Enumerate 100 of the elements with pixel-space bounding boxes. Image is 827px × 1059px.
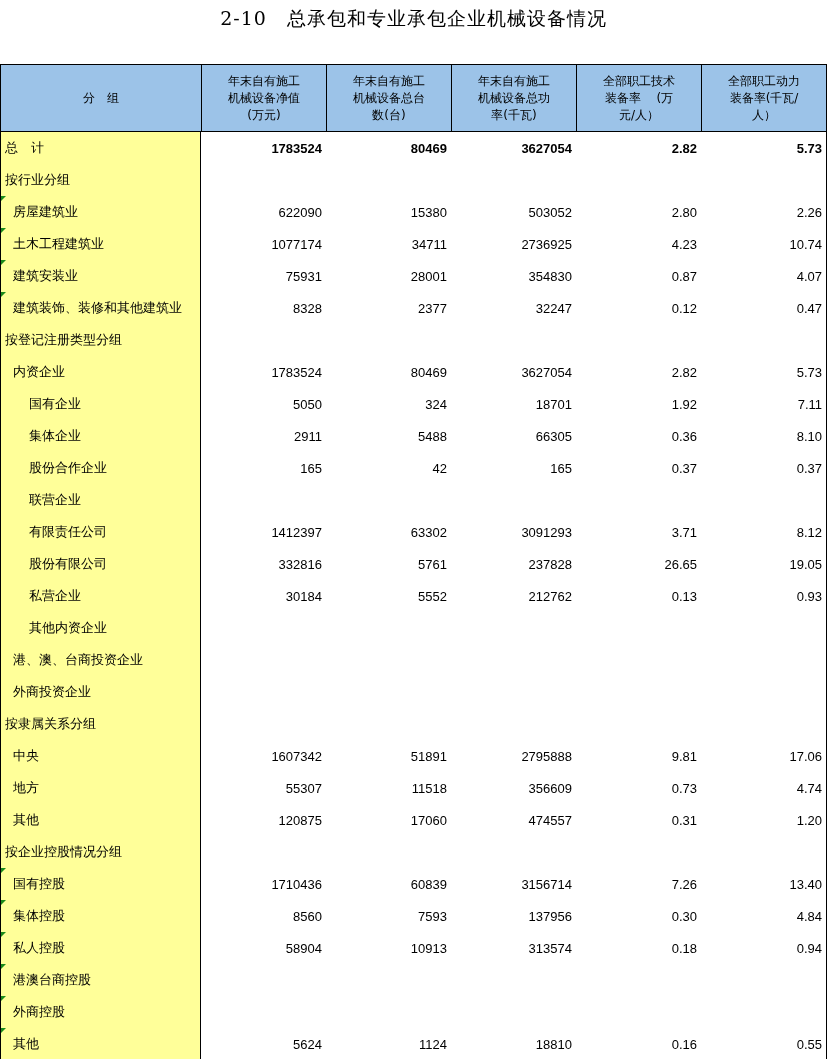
table-cell-text: 3.71 bbox=[670, 523, 698, 542]
table-cell-text: 8328 bbox=[292, 299, 323, 318]
row-label-cell: 港澳台商控股 bbox=[1, 964, 201, 996]
table-cell-text: 8.10 bbox=[795, 427, 823, 446]
table-cell-text: 1077174 bbox=[270, 235, 323, 254]
table-cell-text: 0.30 bbox=[670, 907, 698, 926]
table-cell-text: 10913 bbox=[409, 939, 448, 958]
table-cell-text: 3091293 bbox=[520, 523, 573, 542]
row-label-cell: 房屋建筑业 bbox=[1, 196, 201, 228]
table-cell-text: 8560 bbox=[292, 907, 323, 926]
table-cell-text: 1.20 bbox=[795, 811, 823, 830]
table-cell-text: 66305 bbox=[534, 427, 573, 446]
table-title: 2-10 总承包和专业承包企业机械设备情况 bbox=[219, 6, 608, 31]
table-cell-text: 18810 bbox=[534, 1035, 573, 1054]
table-cell-text: 0.36 bbox=[670, 427, 698, 446]
row-label-cell: 土木工程建筑业 bbox=[1, 228, 201, 260]
table-cell-text: 9.81 bbox=[670, 747, 698, 766]
table-cell-text: 4.23 bbox=[670, 235, 698, 254]
row-label-cell: 按企业控股情况分组 bbox=[1, 836, 201, 868]
table-cell-text: 0.37 bbox=[670, 459, 698, 478]
table-cell-text: 356609 bbox=[527, 779, 573, 798]
row-label-cell: 股份有限公司 bbox=[1, 548, 201, 580]
row-label-cell: 其他 bbox=[1, 1028, 201, 1059]
table-cell-text: 165 bbox=[299, 459, 323, 478]
row-label-cell: 港、澳、台商投资企业 bbox=[1, 644, 201, 676]
row-label-cell: 私营企业 bbox=[1, 580, 201, 612]
table-cell-text: 58904 bbox=[284, 939, 323, 958]
table-cell-text: 7.26 bbox=[670, 875, 698, 894]
table-cell-text: 5761 bbox=[417, 555, 448, 574]
table-cell-text: 120875 bbox=[277, 811, 323, 830]
row-label-cell: 中央 bbox=[1, 740, 201, 772]
row-label-cell: 国有控股 bbox=[1, 868, 201, 900]
table-cell-text: 0.18 bbox=[670, 939, 698, 958]
row-label-cell: 建筑装饰、装修和其他建筑业 bbox=[1, 292, 201, 324]
column-header: 年末自有施工机械设备总台数(台) bbox=[352, 72, 426, 124]
table-cell-text: 332816 bbox=[277, 555, 323, 574]
table-cell-text: 0.47 bbox=[795, 299, 823, 318]
table-cell-text: 474557 bbox=[527, 811, 573, 830]
table-cell-text: 0.12 bbox=[670, 299, 698, 318]
table-cell-text: 313574 bbox=[527, 939, 573, 958]
table-cell-text: 503052 bbox=[527, 203, 573, 222]
table-cell-text: 55307 bbox=[284, 779, 323, 798]
table-cell-text: 18701 bbox=[534, 395, 573, 414]
table-cell-text: 1710436 bbox=[270, 875, 323, 894]
table-cell-text: 10.74 bbox=[788, 235, 823, 254]
table-cell-text: 4.84 bbox=[795, 907, 823, 926]
table-cell-text: 7.11 bbox=[796, 395, 823, 414]
row-label-cell: 地方 bbox=[1, 772, 201, 804]
row-label-cell: 按行业分组 bbox=[1, 164, 201, 196]
table-cell-text: 60839 bbox=[409, 875, 448, 894]
row-label-cell: 按登记注册类型分组 bbox=[1, 324, 201, 356]
column-header: 分 组 bbox=[83, 89, 119, 107]
table-cell-text: 1607342 bbox=[270, 747, 323, 766]
table-cell-text: 1124 bbox=[418, 1035, 448, 1054]
table-cell-text: 51891 bbox=[409, 747, 448, 766]
row-label-cell: 总 计 bbox=[1, 132, 201, 164]
table-cell-text: 324 bbox=[424, 395, 448, 414]
row-label-cell: 股份合作企业 bbox=[1, 452, 201, 484]
table-cell-text: 0.31 bbox=[670, 811, 698, 830]
row-label-cell: 内资企业 bbox=[1, 356, 201, 388]
row-label-cell: 有限责任公司 bbox=[1, 516, 201, 548]
table-cell-text: 5552 bbox=[417, 587, 448, 606]
table-cell-text: 0.13 bbox=[670, 587, 698, 606]
table-cell-text: 0.16 bbox=[670, 1035, 698, 1054]
table-cell-text: 42 bbox=[431, 459, 448, 478]
row-label-cell: 国有企业 bbox=[1, 388, 201, 420]
column-header: 年末自有施工机械设备总功率(千瓦) bbox=[477, 72, 551, 124]
table-cell-text: 5.73 bbox=[795, 363, 823, 382]
row-label-cell: 建筑安装业 bbox=[1, 260, 201, 292]
column-header: 全部职工技术装备率 (万元/人） bbox=[602, 72, 676, 124]
row-label-cell: 集体企业 bbox=[1, 420, 201, 452]
table-cell-text: 5488 bbox=[417, 427, 448, 446]
table-cell-text: 34711 bbox=[410, 235, 448, 254]
table-cell-text: 0.93 bbox=[795, 587, 823, 606]
column-header: 年末自有施工机械设备净值(万元) bbox=[227, 72, 301, 124]
row-label-cell: 外商投资企业 bbox=[1, 676, 201, 708]
row-label-cell: 集体控股 bbox=[1, 900, 201, 932]
table-cell-text: 2795888 bbox=[520, 747, 573, 766]
table-cell-text: 237828 bbox=[527, 555, 573, 574]
table-cell-text: 622090 bbox=[277, 203, 323, 222]
table-cell-text: 15380 bbox=[409, 203, 448, 222]
table-cell-text: 3627054 bbox=[520, 139, 573, 158]
table-cell-text: 19.05 bbox=[788, 555, 823, 574]
table-cell-text: 212762 bbox=[527, 587, 573, 606]
table-cell-text: 63302 bbox=[409, 523, 448, 542]
column-header: 全部职工动力装备率(千瓦/人） bbox=[727, 72, 801, 124]
table-cell-text: 13.40 bbox=[788, 875, 823, 894]
table-cell-text: 8.12 bbox=[795, 523, 823, 542]
table-cell-text: 0.37 bbox=[795, 459, 823, 478]
table-cell-text: 354830 bbox=[527, 267, 573, 286]
table-cell-text: 17060 bbox=[409, 811, 448, 830]
table-cell-text: 137956 bbox=[527, 907, 573, 926]
row-label-cell: 其他 bbox=[1, 804, 201, 836]
table-cell-text: 26.65 bbox=[663, 555, 698, 574]
table-cell-text: 1783524 bbox=[270, 363, 323, 382]
table-cell-text: 2911 bbox=[293, 427, 323, 446]
table-cell-text: 2.82 bbox=[670, 139, 698, 158]
table-cell-text: 75931 bbox=[284, 267, 323, 286]
table-cell-text: 2.80 bbox=[670, 203, 698, 222]
table-cell-text: 2736925 bbox=[520, 235, 573, 254]
